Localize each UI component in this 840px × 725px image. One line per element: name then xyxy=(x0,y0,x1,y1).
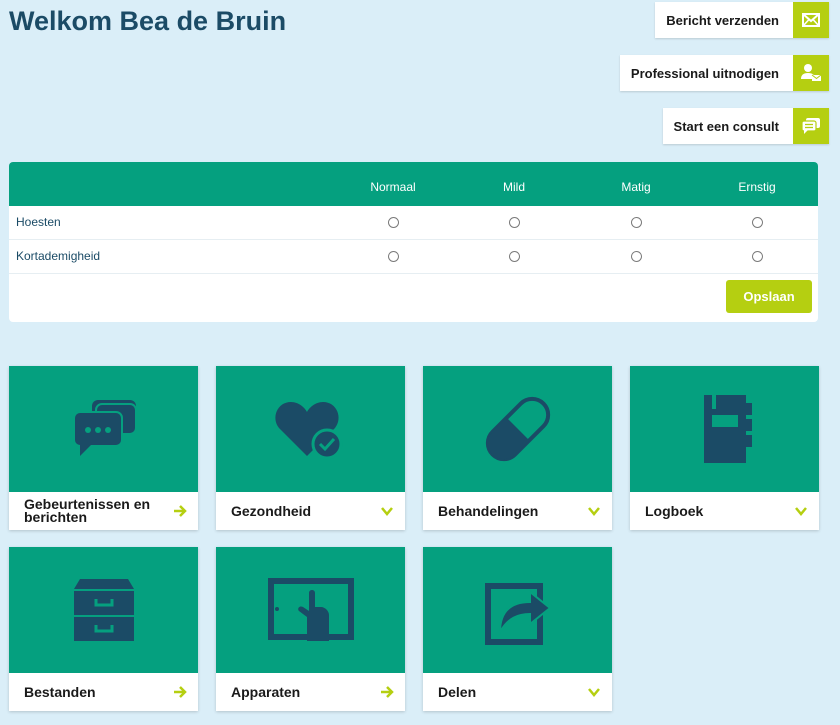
column-mild: Mild xyxy=(502,180,525,194)
tile-apparaten[interactable]: Apparaten xyxy=(216,547,405,711)
tablet-touch-icon xyxy=(267,578,354,641)
tile-label: Logboek xyxy=(645,502,704,519)
radio-kortademigheid-normaal[interactable] xyxy=(388,251,399,262)
file-cabinet-icon xyxy=(73,579,134,641)
radio-hoesten-normaal[interactable] xyxy=(388,217,399,228)
invite-professional-button[interactable]: Professional uitnodigen xyxy=(619,55,829,91)
chevron-down-icon xyxy=(381,507,393,516)
invite-professional-label: Professional uitnodigen xyxy=(630,65,779,81)
symptom-row-kortademigheid: Kortademigheid xyxy=(9,240,818,274)
tile-label: Bestanden xyxy=(24,683,96,700)
column-matig: Matig xyxy=(621,180,651,194)
arrow-right-icon xyxy=(174,686,187,698)
send-message-button[interactable]: Bericht verzenden xyxy=(655,2,829,38)
radio-hoesten-ernstig[interactable] xyxy=(752,217,763,228)
send-message-label: Bericht verzenden xyxy=(666,12,779,28)
chevron-down-icon xyxy=(588,688,600,697)
radio-hoesten-matig[interactable] xyxy=(631,217,642,228)
tile-delen[interactable]: Delen xyxy=(423,547,612,711)
chevron-down-icon xyxy=(795,507,807,516)
tile-label: Behandelingen xyxy=(438,502,539,519)
page-title: Welkom Bea de Bruin xyxy=(9,6,287,36)
symptom-label: Kortademigheid xyxy=(16,249,101,263)
tile-label: Gebeurtenissen en berichten xyxy=(24,496,151,525)
symptom-table-header: Normaal Mild Matig Ernstig xyxy=(9,162,818,206)
radio-hoesten-mild[interactable] xyxy=(509,217,520,228)
envelope-icon xyxy=(793,2,829,38)
chevron-down-icon xyxy=(588,507,600,516)
tile-logboek[interactable]: Logboek xyxy=(630,366,819,530)
tile-gebeurtenissen[interactable]: Gebeurtenissen en berichten xyxy=(9,366,198,530)
symptom-label: Hoesten xyxy=(16,215,61,229)
tile-label: Delen xyxy=(438,683,477,700)
radio-kortademigheid-ernstig[interactable] xyxy=(752,251,763,262)
chat-icon xyxy=(793,108,829,144)
symptom-card: Normaal Mild Matig Ernstig Hoesten Korta… xyxy=(9,162,818,322)
radio-kortademigheid-mild[interactable] xyxy=(509,251,520,262)
start-consult-label: Start een consult xyxy=(673,118,779,134)
notebook-icon xyxy=(703,395,752,463)
share-icon xyxy=(484,583,552,645)
save-button[interactable]: Opslaan xyxy=(726,280,812,313)
arrow-right-icon xyxy=(174,505,187,517)
tile-label: Gezondheid xyxy=(231,502,312,519)
user-invite-icon xyxy=(793,55,829,91)
symptom-row-hoesten: Hoesten xyxy=(9,206,818,240)
column-ernstig: Ernstig xyxy=(738,180,776,194)
tile-gezondheid[interactable]: Gezondheid xyxy=(216,366,405,530)
chat-bubbles-icon xyxy=(72,400,137,456)
arrow-right-icon xyxy=(381,686,394,698)
start-consult-button[interactable]: Start een consult xyxy=(662,108,829,144)
column-normaal: Normaal xyxy=(370,180,416,194)
tile-bestanden[interactable]: Bestanden xyxy=(9,547,198,711)
heart-check-icon xyxy=(274,402,342,460)
radio-kortademigheid-matig[interactable] xyxy=(631,251,642,262)
pill-icon xyxy=(485,396,550,462)
tile-behandelingen[interactable]: Behandelingen xyxy=(423,366,612,530)
tile-label: Apparaten xyxy=(231,683,301,700)
